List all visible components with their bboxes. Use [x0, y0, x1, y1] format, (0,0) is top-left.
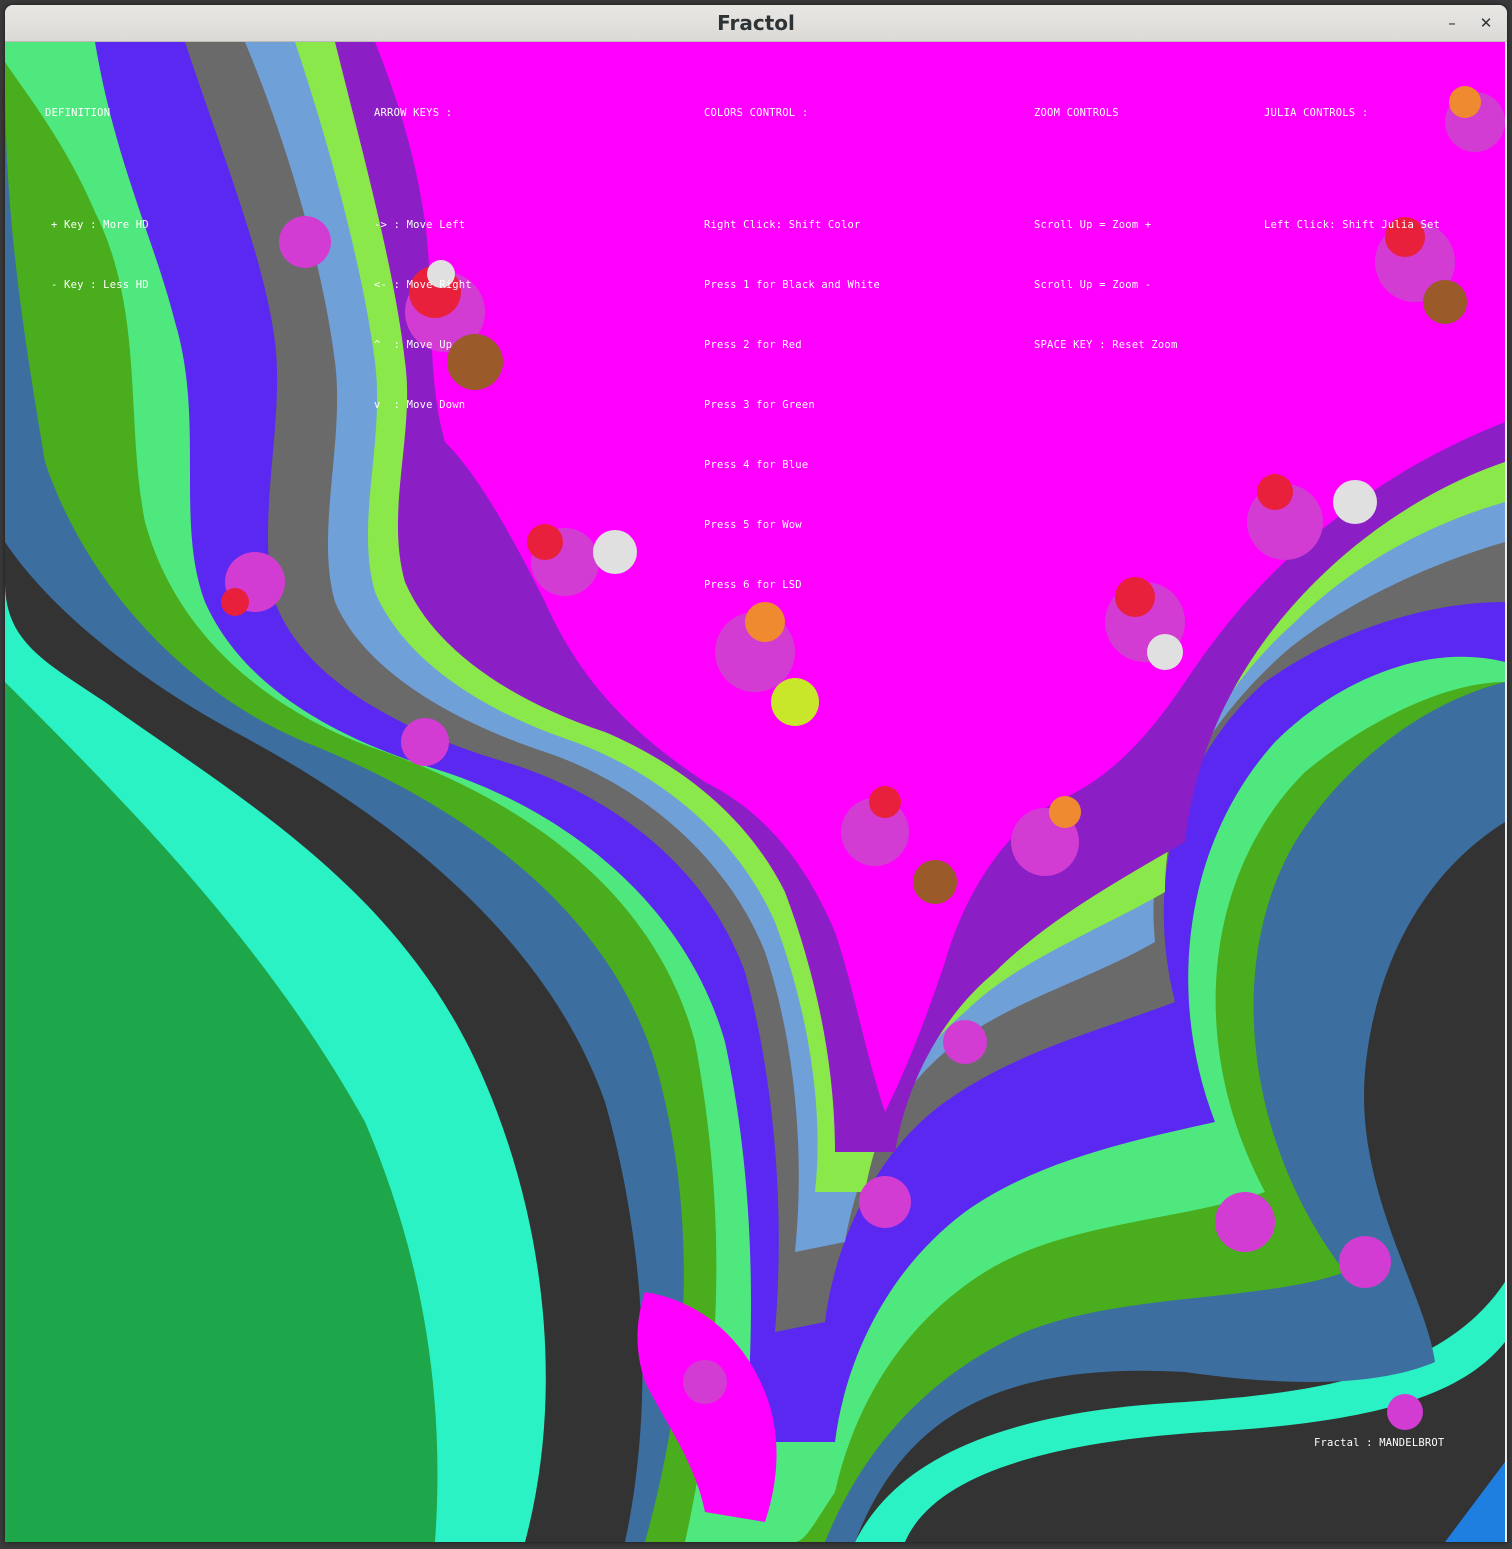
colors-control-panel: COLORS CONTROL : Right Click: Shift Colo… [704, 67, 880, 675]
julia-controls-item: Left Click: Shift Julia Set [1264, 219, 1441, 231]
definition-item: - Key : Less HD [51, 279, 149, 291]
definition-panel: DEFINITION + Key : More HD - Key : Less … [45, 67, 149, 375]
definition-heading: DEFINITION [45, 107, 111, 119]
zoom-controls-heading: ZOOM CONTROLS [1034, 107, 1119, 119]
window-title: Fractol [717, 11, 795, 35]
minimize-button[interactable]: – [1439, 11, 1465, 37]
fractal-canvas[interactable]: DEFINITION + Key : More HD - Key : Less … [5, 42, 1505, 1542]
arrow-keys-panel: ARROW KEYS : -> : Move Left <- : Move Ri… [374, 67, 472, 495]
julia-controls-list: Left Click: Shift Julia Set [1264, 175, 1440, 275]
colors-control-item: Press 4 for Blue [704, 459, 809, 471]
fractol-window[interactable]: Fractol – ✕ DEFINITION + Key: More HD -… [5, 5, 1507, 1542]
zoom-controls-item: SPACE KEY : Reset Zoom [1034, 339, 1178, 351]
arrow-keys-heading: ARROW KEYS : [374, 107, 453, 119]
julia-controls-panel: JULIA CONTROLS : Left Click: Shift Julia… [1264, 67, 1440, 315]
arrow-keys-item: ^ : Move Up [374, 339, 453, 351]
colors-control-item: Press 1 for Black and White [704, 279, 881, 291]
zoom-controls-list: Scroll Up = Zoom + Scroll Up = Zoom - SP… [1034, 175, 1177, 395]
zoom-controls-item: Scroll Up = Zoom + [1034, 219, 1152, 231]
arrow-keys-item: v : Move Down [374, 399, 466, 411]
colors-control-heading: COLORS CONTROL : [704, 107, 809, 119]
arrow-keys-item: <- : Move Right [374, 279, 472, 291]
zoom-controls-panel: ZOOM CONTROLS Scroll Up = Zoom + Scroll … [1034, 67, 1177, 435]
definition-item: + Key : More HD [51, 219, 149, 231]
colors-control-item: Right Click: Shift Color [704, 219, 861, 231]
colors-control-item: Press 2 for Red [704, 339, 802, 351]
definition-list: + Key : More HD - Key : Less HD [45, 175, 149, 335]
title-bar[interactable]: Fractol – ✕ [5, 5, 1507, 42]
arrow-keys-list: -> : Move Left <- : Move Right ^ : Move … [374, 175, 472, 455]
colors-control-item: Press 3 for Green [704, 399, 815, 411]
colors-control-item: Press 5 for Wow [704, 519, 802, 531]
zoom-controls-item: Scroll Up = Zoom - [1034, 279, 1152, 291]
close-button[interactable]: ✕ [1473, 11, 1499, 37]
colors-control-list: Right Click: Shift Color Press 1 for Bla… [704, 175, 880, 635]
fractal-type-label: Fractal : MANDELBROT [1314, 1437, 1445, 1449]
arrow-keys-item: -> : Move Left [374, 219, 466, 231]
julia-controls-heading: JULIA CONTROLS : [1264, 107, 1369, 119]
colors-control-item: Press 6 for LSD [704, 579, 802, 591]
